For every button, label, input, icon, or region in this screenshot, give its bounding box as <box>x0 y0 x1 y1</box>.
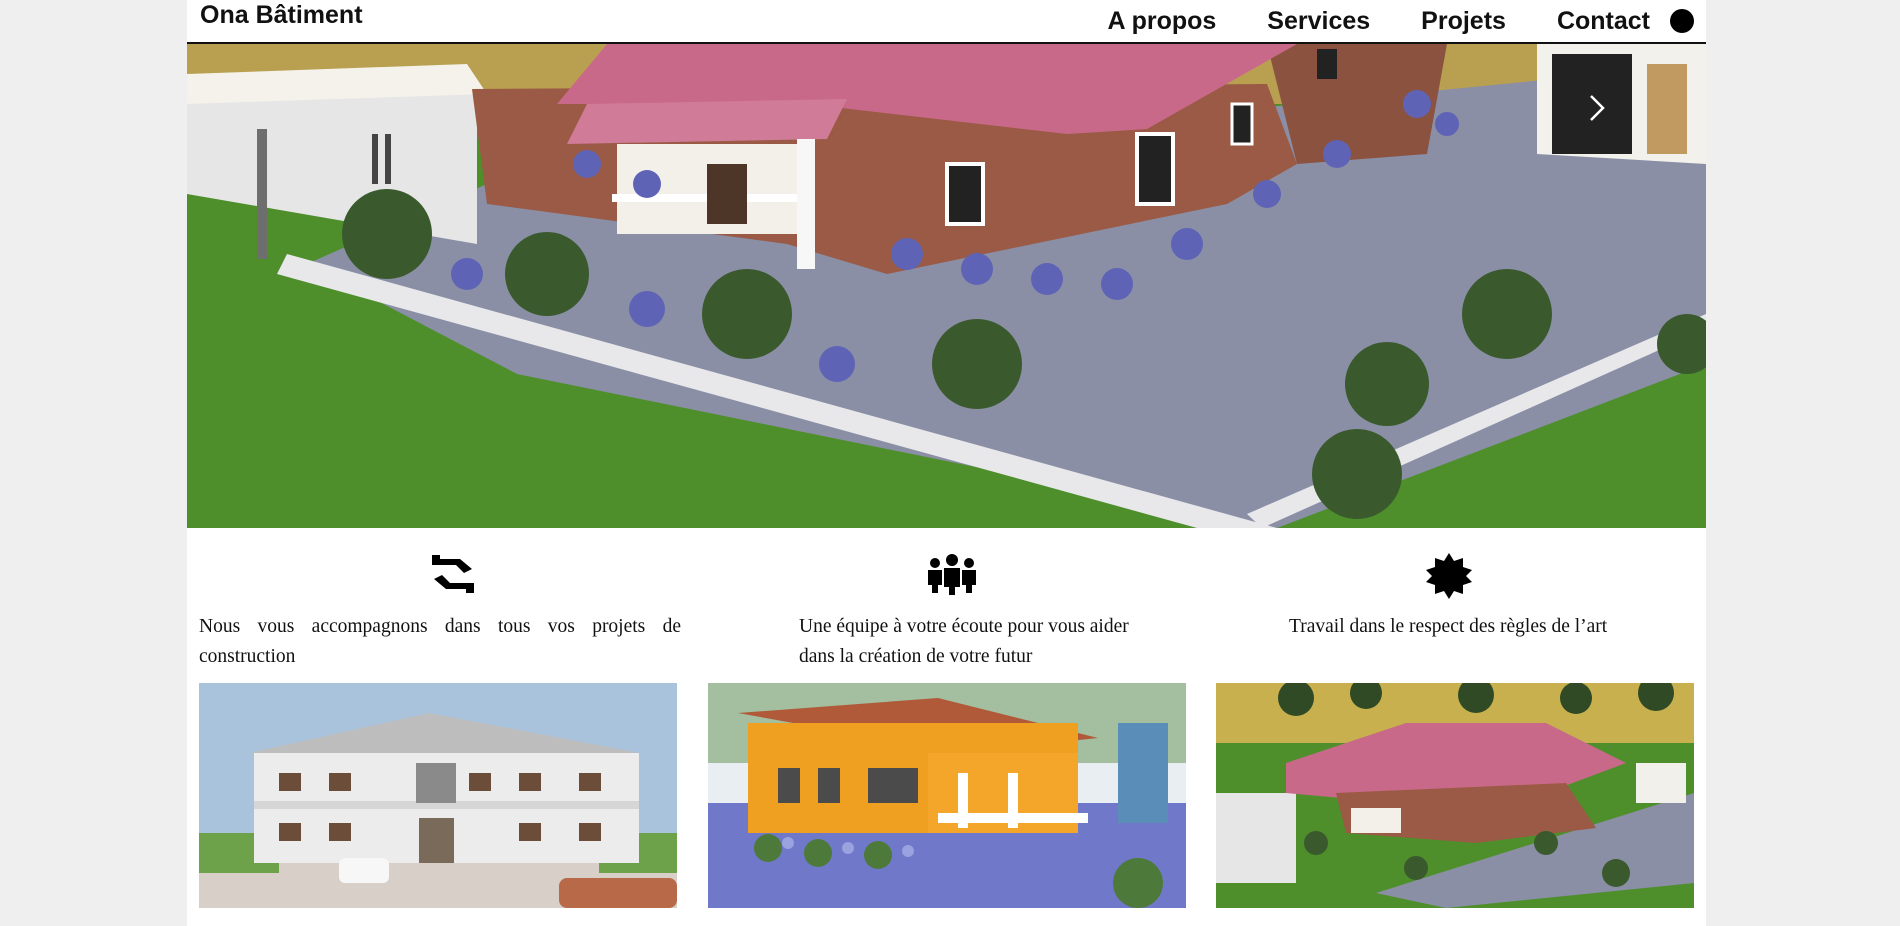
gallery-image <box>708 683 1186 908</box>
hero-image <box>187 44 1706 528</box>
main-nav: A propos Services Projets Contact <box>1108 4 1707 38</box>
handshake-icon <box>432 555 474 593</box>
badge-icon <box>1426 553 1472 599</box>
nav-link-contact[interactable]: Contact <box>1557 7 1650 36</box>
feature-text: Une équipe à votre écoute pour vous aide… <box>799 616 1129 667</box>
gallery-image <box>1216 683 1694 908</box>
gallery-item-apartment[interactable] <box>199 683 677 908</box>
nav-link-services[interactable]: Services <box>1267 7 1370 36</box>
site-header: Ona Bâtiment A propos Services Projets C… <box>187 0 1706 44</box>
gallery-item-brick-house[interactable] <box>1216 683 1694 908</box>
brand-logo[interactable]: Ona Bâtiment <box>200 1 363 30</box>
hero-slider <box>187 44 1706 528</box>
feature-quality: Travail dans le respect des règles de l’… <box>1287 553 1647 673</box>
team-icon <box>928 554 976 595</box>
page: Ona Bâtiment A propos Services Projets C… <box>187 0 1706 926</box>
feature-support: Nous vous accompagnons dans tous vos pro… <box>199 553 681 673</box>
nav-link-about[interactable]: A propos <box>1108 7 1217 36</box>
feature-text: Nous vous accompagnons dans tous vos pro… <box>199 616 681 667</box>
menu-dot-icon[interactable] <box>1670 9 1694 33</box>
feature-text: Travail dans le respect des règles de l’… <box>1289 616 1608 637</box>
gallery-item-orange-house[interactable] <box>708 683 1186 908</box>
nav-link-projects[interactable]: Projets <box>1421 7 1506 36</box>
gallery-image <box>199 683 677 908</box>
feature-team: Une équipe à votre écoute pour vous aide… <box>799 553 1129 673</box>
chevron-right-icon[interactable] <box>1581 88 1611 128</box>
